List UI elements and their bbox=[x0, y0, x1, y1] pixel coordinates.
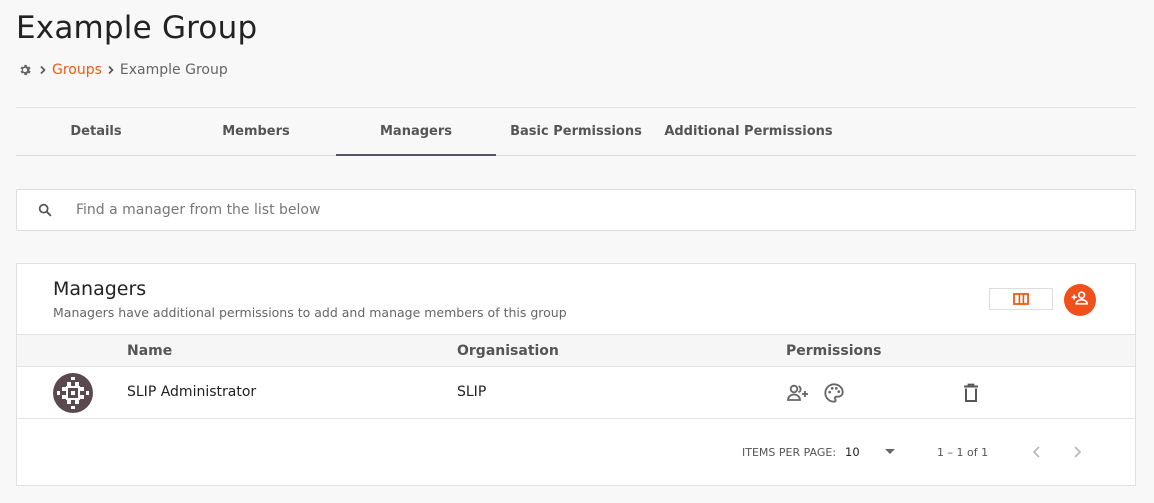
tab-additional-permissions[interactable]: Additional Permissions bbox=[656, 108, 841, 155]
gear-icon[interactable] bbox=[18, 62, 34, 78]
items-per-page-select[interactable]: 10 bbox=[845, 440, 901, 464]
tab-bar: Details Members Managers Basic Permissio… bbox=[16, 108, 1136, 156]
table-header: Name Organisation Permissions bbox=[17, 334, 1135, 367]
tab-members[interactable]: Members bbox=[176, 108, 336, 155]
items-per-page-label: ITEMS PER PAGE: bbox=[742, 446, 837, 459]
breadcrumb: Groups Example Group bbox=[18, 61, 228, 79]
column-header-permissions: Permissions bbox=[786, 343, 882, 359]
breadcrumb-current: Example Group bbox=[119, 62, 228, 78]
view-columns-icon bbox=[1013, 290, 1029, 309]
tab-managers[interactable]: Managers bbox=[336, 108, 496, 156]
manager-name: SLIP Administrator bbox=[127, 384, 257, 400]
delete-icon[interactable] bbox=[961, 380, 981, 406]
chevron-right-icon bbox=[35, 62, 51, 78]
previous-page-button[interactable] bbox=[1025, 440, 1049, 464]
dropdown-arrow-icon bbox=[885, 449, 895, 454]
column-header-organisation[interactable]: Organisation bbox=[457, 343, 559, 359]
view-columns-button[interactable] bbox=[989, 288, 1053, 310]
next-page-button[interactable] bbox=[1065, 440, 1089, 464]
card-subtitle: Managers have additional permissions to … bbox=[53, 305, 567, 320]
breadcrumb-groups-link[interactable]: Groups bbox=[52, 62, 102, 78]
page-range: 1 – 1 of 1 bbox=[937, 446, 989, 459]
card-title: Managers bbox=[53, 278, 147, 300]
group-add-icon[interactable] bbox=[785, 380, 811, 406]
tab-details[interactable]: Details bbox=[16, 108, 176, 155]
avatar bbox=[53, 373, 93, 413]
items-per-page-value: 10 bbox=[845, 445, 860, 459]
palette-icon[interactable] bbox=[821, 380, 847, 406]
chevron-right-icon bbox=[103, 62, 119, 78]
column-header-name[interactable]: Name bbox=[127, 343, 172, 359]
tab-basic-permissions[interactable]: Basic Permissions bbox=[496, 108, 656, 155]
search-bar bbox=[16, 189, 1136, 231]
search-input[interactable] bbox=[76, 202, 976, 218]
search-icon bbox=[37, 201, 55, 219]
managers-card: Managers Managers have additional permis… bbox=[16, 263, 1136, 486]
paginator: ITEMS PER PAGE: 10 1 – 1 of 1 bbox=[17, 434, 1135, 470]
add-person-icon bbox=[1070, 288, 1090, 312]
table-row[interactable]: SLIP Administrator SLIP bbox=[17, 367, 1135, 419]
add-manager-button[interactable] bbox=[1064, 284, 1096, 316]
page-title: Example Group bbox=[16, 10, 258, 46]
manager-organisation: SLIP bbox=[457, 384, 487, 400]
